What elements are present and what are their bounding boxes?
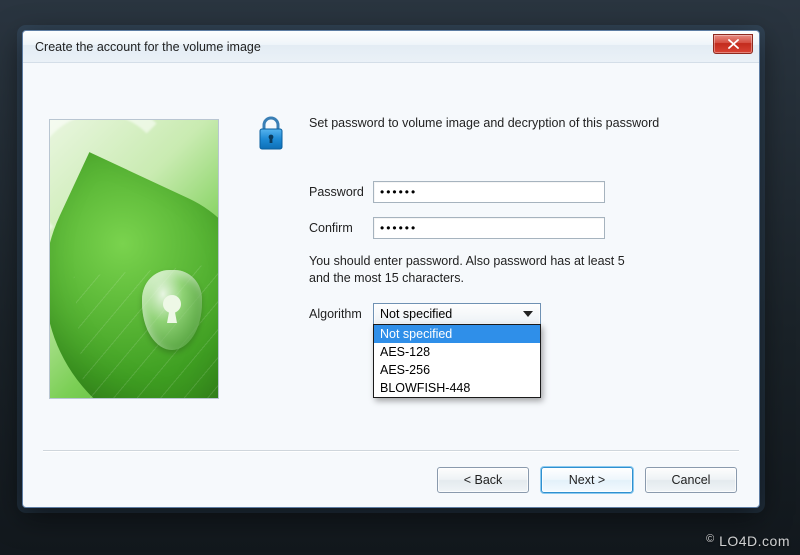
wizard-button-row: < Back Next > Cancel [437, 467, 737, 493]
password-input[interactable] [373, 181, 605, 203]
close-icon [728, 39, 739, 49]
confirm-label: Confirm [251, 221, 373, 235]
close-button[interactable] [713, 34, 753, 54]
algorithm-option[interactable]: AES-256 [374, 361, 540, 379]
form-pane: Set password to volume image and decrypt… [251, 115, 737, 325]
wizard-dialog: Create the account for the volume image [22, 30, 760, 508]
algorithm-option[interactable]: BLOWFISH-448 [374, 379, 540, 397]
lock-icon [251, 115, 291, 153]
algorithm-label: Algorithm [251, 307, 373, 321]
dialog-content: Set password to volume image and decrypt… [23, 63, 759, 507]
back-button[interactable]: < Back [437, 467, 529, 493]
algorithm-option[interactable]: Not specified [374, 325, 540, 343]
algorithm-combobox[interactable]: Not specified [373, 303, 541, 325]
window-title: Create the account for the volume image [35, 40, 261, 54]
chevron-down-icon [520, 306, 536, 322]
keyhole-icon [163, 295, 181, 313]
algorithm-selected-value: Not specified [380, 307, 452, 321]
watermark: © LO4D.com [706, 533, 790, 549]
titlebar[interactable]: Create the account for the volume image [23, 31, 759, 63]
intro-text: Set password to volume image and decrypt… [309, 115, 659, 132]
algorithm-option[interactable]: AES-128 [374, 343, 540, 361]
wizard-sidebar-image [49, 119, 219, 399]
password-hint: You should enter password. Also password… [309, 253, 649, 287]
password-label: Password [251, 185, 373, 199]
confirm-input[interactable] [373, 217, 605, 239]
separator [43, 450, 739, 451]
cancel-button[interactable]: Cancel [645, 467, 737, 493]
next-button[interactable]: Next > [541, 467, 633, 493]
algorithm-dropdown: Not specified AES-128 AES-256 BLOWFISH-4… [373, 324, 541, 398]
